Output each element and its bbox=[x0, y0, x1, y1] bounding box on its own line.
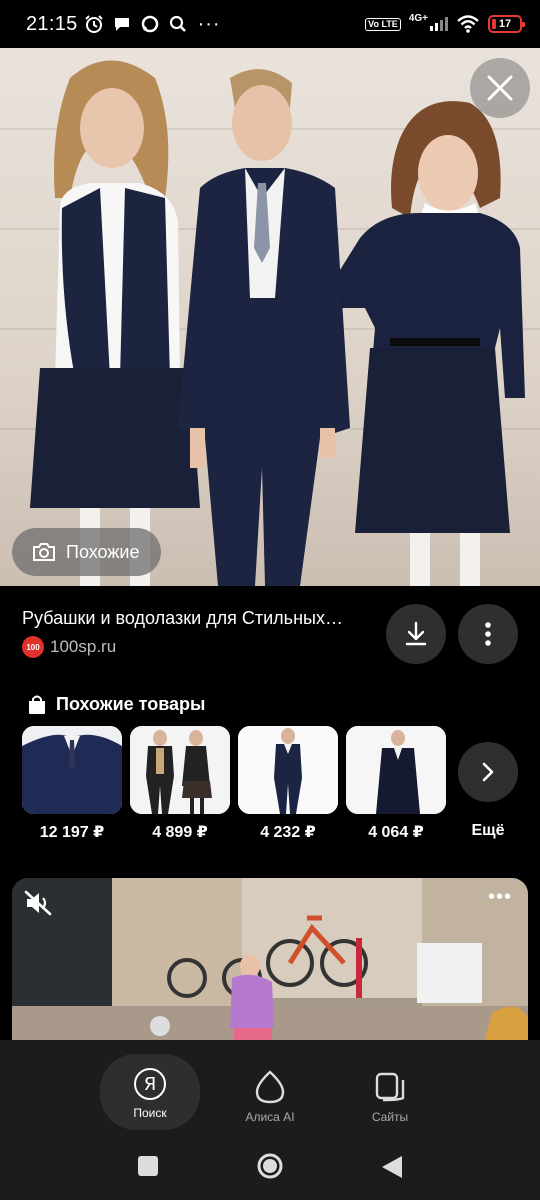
network-type: 4G+ bbox=[408, 13, 428, 24]
sites-icon bbox=[375, 1072, 405, 1102]
battery-icon: 17 bbox=[488, 15, 525, 33]
square-icon bbox=[138, 1156, 158, 1176]
volte-icon: Vo LTE bbox=[365, 17, 401, 31]
close-button[interactable] bbox=[470, 58, 530, 118]
alice-icon bbox=[255, 1070, 285, 1104]
battery-level: 17 bbox=[498, 18, 512, 30]
system-navigation-bar bbox=[0, 1132, 540, 1200]
video-card[interactable]: ••• bbox=[12, 878, 528, 1050]
mute-button[interactable] bbox=[24, 890, 54, 921]
product-image bbox=[22, 726, 122, 814]
product-price: 4 899 ₽ bbox=[152, 824, 208, 841]
more-vertical-icon bbox=[485, 622, 491, 646]
product-card[interactable]: 12 197 ₽ bbox=[22, 726, 122, 842]
nav-sites[interactable]: Сайты bbox=[340, 1056, 440, 1128]
similar-products-title: Похожие товары bbox=[56, 694, 206, 714]
close-icon bbox=[487, 75, 513, 101]
search-icon bbox=[169, 15, 186, 32]
video-preview bbox=[12, 878, 528, 1050]
back-button[interactable] bbox=[380, 1154, 404, 1180]
more-notifications-icon: ··· bbox=[197, 12, 221, 35]
status-notification-icons bbox=[84, 14, 188, 34]
recent-apps-button[interactable] bbox=[136, 1154, 160, 1178]
triangle-back-icon bbox=[382, 1156, 402, 1178]
nav-sites-label: Сайты bbox=[371, 1110, 409, 1124]
video-menu-button[interactable]: ••• bbox=[488, 886, 512, 909]
show-more-label[interactable]: Ещё bbox=[458, 822, 518, 840]
similar-images-button[interactable]: Похожие bbox=[12, 528, 162, 576]
source-logo: 100 bbox=[22, 636, 44, 658]
nav-alice[interactable]: Алиса AI bbox=[220, 1056, 320, 1128]
nav-search-label: Поиск bbox=[133, 1106, 167, 1120]
product-card[interactable]: 4 064 ₽ bbox=[346, 726, 446, 842]
product-price: 4 064 ₽ bbox=[368, 824, 424, 841]
status-system-icons: Vo LTE 4G+ 17 bbox=[365, 13, 525, 34]
nav-search[interactable]: Я Поиск bbox=[100, 1054, 200, 1130]
chevron-right-icon bbox=[482, 762, 494, 782]
result-source[interactable]: 100 100sp.ru bbox=[22, 636, 116, 658]
home-button[interactable] bbox=[256, 1152, 284, 1180]
download-button[interactable] bbox=[386, 604, 446, 664]
source-domain: 100sp.ru bbox=[50, 637, 117, 656]
similar-images-label: Похожие bbox=[66, 541, 140, 562]
nav-alice-label: Алиса AI bbox=[245, 1110, 295, 1124]
product-card[interactable]: 4 232 ₽ bbox=[238, 726, 338, 842]
product-price: 4 232 ₽ bbox=[260, 824, 316, 841]
alarm-icon bbox=[84, 15, 103, 33]
product-image bbox=[238, 726, 338, 814]
result-info: Рубашки и водолазки для Стильных… 100 10… bbox=[22, 600, 522, 670]
cellular-signal-icon: 4G+ bbox=[409, 13, 448, 31]
wifi-icon bbox=[457, 15, 479, 33]
product-image bbox=[130, 726, 230, 814]
product-price: 12 197 ₽ bbox=[39, 824, 105, 841]
similar-products-carousel: 12 197 ₽ 4 899 ₽ 4 232 ₽ 4 064 ₽ Ещё bbox=[22, 726, 540, 846]
download-icon bbox=[405, 621, 427, 646]
circle-home-icon bbox=[257, 1153, 283, 1179]
camera-search-icon bbox=[33, 543, 55, 561]
similar-products-header: Похожие товары bbox=[28, 694, 205, 715]
shopping-bag-icon bbox=[29, 695, 45, 714]
result-title[interactable]: Рубашки и водолазки для Стильных… bbox=[22, 608, 367, 629]
chat-bubble-icon bbox=[114, 18, 129, 31]
show-more-button[interactable] bbox=[458, 742, 518, 802]
product-card[interactable]: 4 899 ₽ bbox=[130, 726, 230, 842]
yandex-logo-icon: Я bbox=[134, 1068, 166, 1100]
product-image bbox=[346, 726, 446, 814]
message-icon bbox=[141, 15, 158, 33]
image-preview[interactable]: Похожие bbox=[0, 48, 540, 586]
more-options-button[interactable] bbox=[458, 604, 518, 664]
status-bar: 21:15 ··· Vo LTE 4G+ 17 bbox=[0, 0, 540, 48]
status-time: 21:15 bbox=[26, 12, 78, 35]
school-uniform-photo bbox=[30, 60, 525, 586]
volume-muted-icon bbox=[24, 890, 52, 916]
bottom-navigation: Я Поиск Алиса AI Сайты bbox=[0, 1040, 540, 1132]
